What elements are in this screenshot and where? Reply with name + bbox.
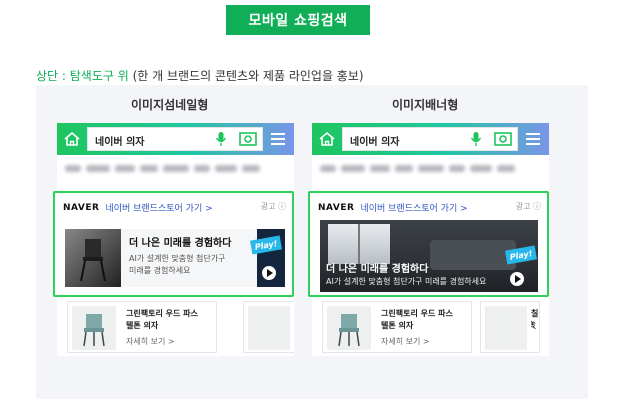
naver-logo: NAVER (318, 202, 355, 213)
chair-thumbnail-image (65, 229, 121, 287)
brand-ad-card-thumbnail[interactable]: NAVER 네이버 브랜드스토어 가기 > 광고 ⓘ 더 나은 미래를 경험하다… (53, 191, 294, 297)
ad-headline: 더 나은 미래를 경험하다 (326, 264, 429, 275)
caption-rest: (한 개 브랜드의 콘텐츠와 제품 라인업을 홍보) (128, 69, 364, 83)
search-bar: 네이버 의자 (312, 123, 549, 155)
brandstore-link[interactable]: 네이버 브랜드스토어 가기 > (360, 201, 467, 214)
home-icon[interactable] (318, 131, 336, 147)
brand-row: NAVER 네이버 브랜드스토어 가기 > (63, 201, 213, 215)
next-product-card[interactable]: 칠ই (480, 301, 540, 353)
brandstore-link[interactable]: 네이버 브랜드스토어 가기 > (105, 201, 212, 214)
product-card[interactable]: 그린팩토리 우드 파스 텔톤 의자 자세히 보기 > (322, 301, 472, 353)
product-detail-link[interactable]: 자세히 보기 > (126, 336, 175, 347)
search-bar: 네이버 의자 (57, 123, 294, 155)
next-product-card[interactable]: 칠ই (243, 301, 294, 353)
caption-lead: 상단 : 탐색도구 위 (36, 69, 129, 83)
blurred-tab-strip (320, 165, 515, 172)
section-caption: 상단 : 탐색도구 위 (한 개 브랜드의 콘텐츠와 제품 라인업을 홍보) (36, 67, 364, 84)
product-card[interactable]: 그린팩토리 우드 파스 텔톤 의자 자세히 보기 > (67, 301, 217, 353)
ad-label: 광고 ⓘ (260, 202, 286, 211)
mic-icon[interactable] (470, 131, 482, 147)
brand-row: NAVER 네이버 브랜드스토어 가기 > (318, 201, 468, 215)
page-title-badge: 모바일 쇼핑검색 (226, 5, 370, 35)
next-product-name: 칠ই (531, 309, 539, 330)
play-icon[interactable] (262, 266, 276, 280)
ad-description-line2: 미래를 경험하세요 (129, 266, 191, 275)
column-label-banner: 이미지배너형 (392, 98, 459, 112)
ad-label: 광고 ⓘ (515, 202, 541, 211)
banner-content[interactable]: 더 나은 미래를 경험하다 AI가 설계한 맞춤형 첨단가구 미래를 경험하세요… (320, 220, 538, 292)
chair-image (72, 306, 116, 350)
search-input[interactable]: 네이버 의자 (87, 127, 263, 151)
naver-logo: NAVER (63, 202, 100, 213)
chair-image (327, 306, 371, 350)
sofa-shape (430, 240, 516, 270)
home-icon[interactable] (63, 131, 81, 147)
play-badge: Play! (250, 235, 282, 255)
product-name: 그린팩토리 우드 파스 텔톤 의자 (381, 309, 453, 330)
ad-description-line1: AI가 설계한 맞춤형 첨단가구 (129, 254, 226, 263)
search-query: 네이버 의자 (95, 137, 145, 148)
brand-ad-card-banner[interactable]: NAVER 네이버 브랜드스토어 가기 > 광고 ⓘ 더 나은 미래를 경험하다… (308, 191, 549, 297)
product-name: 그린팩토리 우드 파스 텔톤 의자 (126, 309, 198, 330)
hamburger-menu-icon[interactable] (526, 133, 540, 145)
camera-lens-icon[interactable] (494, 131, 512, 147)
column-label-thumbnail: 이미지섬네일형 (131, 98, 209, 112)
mic-icon[interactable] (215, 131, 227, 147)
camera-lens-icon[interactable] (239, 131, 257, 147)
ad-headline: 더 나은 미래를 경험하다 (129, 238, 232, 249)
window-shape (328, 224, 390, 264)
blurred-tab-strip (65, 165, 260, 172)
play-icon[interactable] (510, 272, 524, 286)
search-input[interactable]: 네이버 의자 (342, 127, 518, 151)
next-product-image (485, 306, 527, 350)
hamburger-menu-icon[interactable] (271, 133, 285, 145)
search-query: 네이버 의자 (350, 137, 400, 148)
ad-description: AI가 설계한 맞춤형 첨단가구 미래를 경험하세요 (326, 277, 487, 286)
video-play-panel[interactable]: Play! (250, 229, 285, 287)
product-detail-link[interactable]: 자세히 보기 > (381, 336, 430, 347)
thumbnail-content[interactable]: 더 나은 미래를 경험하다 AI가 설계한 맞춤형 첨단가구 미래를 경험하세요… (65, 229, 285, 287)
next-product-image (248, 306, 290, 350)
